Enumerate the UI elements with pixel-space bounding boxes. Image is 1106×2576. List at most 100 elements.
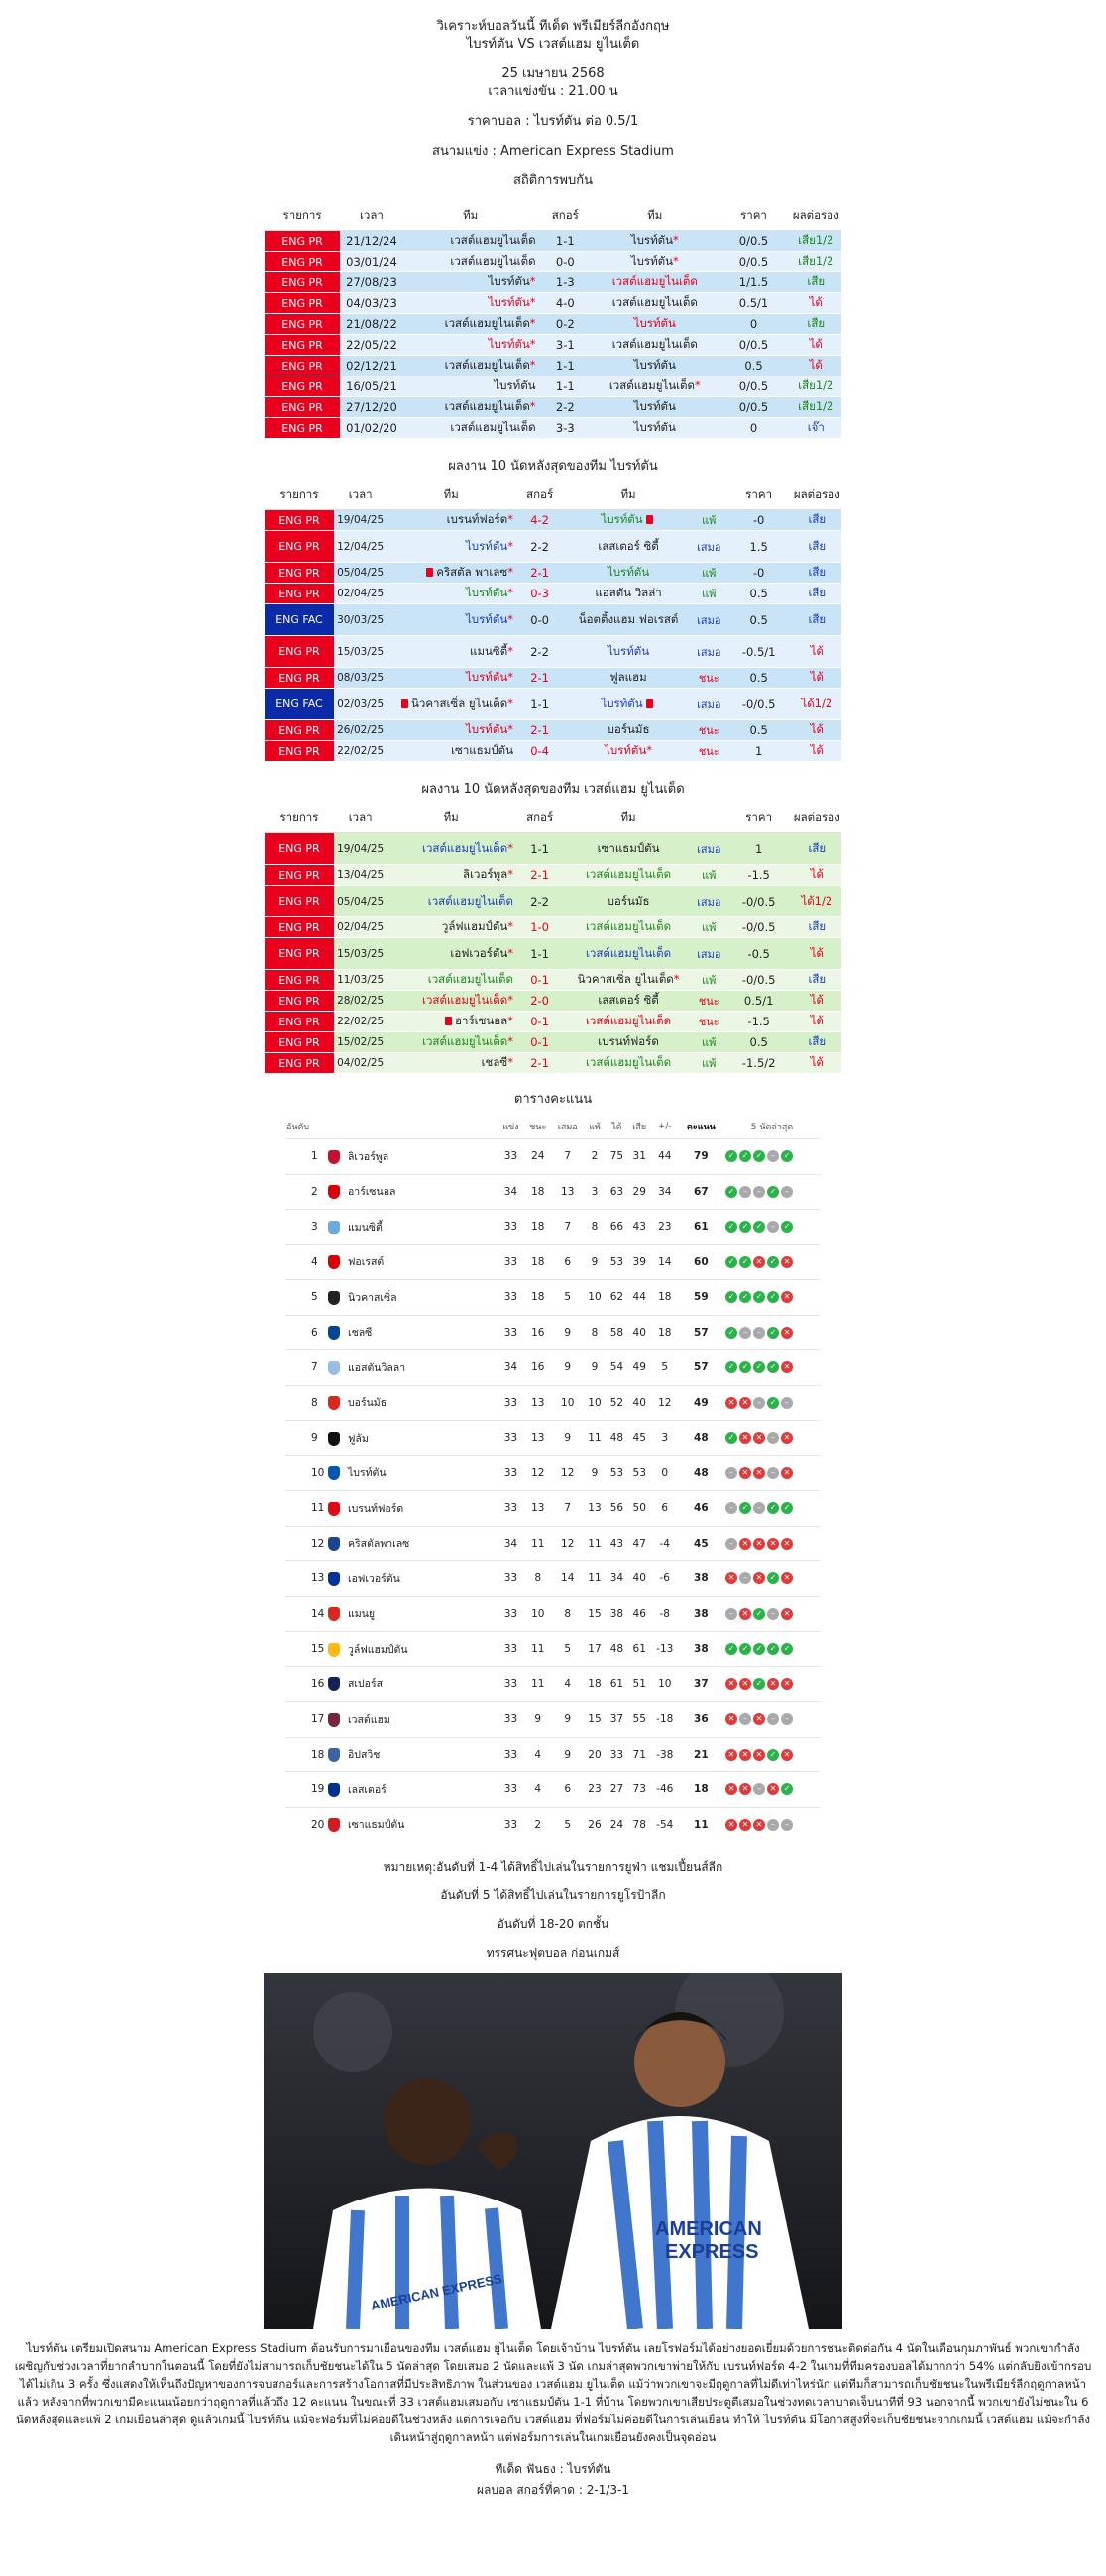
away-team[interactable]: เวสต์แฮมยูไนเต็ด	[586, 1014, 671, 1027]
away-team[interactable]: ไบรท์ตัน	[634, 420, 676, 434]
standings-row[interactable]: 20 เซาแธมป์ตัน 33 2 5 26 24 78 -54 11 ✕ ✕ ✕ – –	[285, 1806, 821, 1842]
home-team[interactable]: เวสต์แฮมยูไนเต็ด	[422, 993, 507, 1007]
team-name[interactable]: แอสตันวิลลา	[348, 1362, 405, 1374]
standings-row[interactable]: 5 นิวคาสเซิ่ล 33 18 5 10 62 44 18 59 ✓ ✓ ✓ ✓ ✕	[285, 1279, 821, 1315]
away-team[interactable]: ไบรท์ตัน	[634, 399, 676, 413]
league-badge[interactable]: ENG PR	[265, 530, 334, 563]
away-team[interactable]: เวสต์แฮมยูไนเต็ด	[586, 1055, 671, 1069]
away-team[interactable]: เวสต์แฮมยูไนเต็ด	[612, 295, 698, 309]
away-team[interactable]: เวสต์แฮมยูไนเต็ด	[586, 946, 671, 960]
standings-row[interactable]: 19 เลสเตอร์ 33 4 6 23 27 73 -46 18 ✕ ✕ – ✕ ✓	[285, 1771, 821, 1807]
home-team[interactable]: เชลซี	[482, 1055, 508, 1069]
standings-row[interactable]: 8 บอร์นมัธ 33 13 10 10 52 40 12 49 ✕ ✕ – ✓ –	[285, 1384, 821, 1421]
home-team[interactable]: เวสต์แฮมยูไนเต็ด	[450, 420, 535, 434]
league-badge[interactable]: ENG PR	[265, 562, 334, 584]
away-team[interactable]: ไบรท์ตัน	[634, 358, 676, 372]
away-team[interactable]: เลสเตอร์ ซิตี้	[598, 539, 658, 553]
team-name[interactable]: แมนซิตี้	[348, 1222, 383, 1234]
standings-row[interactable]: 12 คริสตัลพาเลซ 34 11 12 11 43 47 -4 45– ✕ ✕ ✕ ✕	[285, 1525, 821, 1561]
team-name[interactable]: วูล์ฟแฮมป์ตัน	[348, 1644, 408, 1656]
team-name[interactable]: ฟอเรสต์	[348, 1256, 384, 1268]
home-team[interactable]: แมนซิตี้	[470, 644, 507, 658]
league-badge[interactable]: ENG PR	[265, 417, 341, 439]
home-team[interactable]: เวสต์แฮมยูไนเต็ด	[422, 841, 507, 855]
home-team[interactable]: ไบรท์ตัน	[489, 295, 530, 309]
league-badge[interactable]: ENG PR	[265, 271, 341, 293]
league-badge[interactable]: ENG PR	[265, 396, 341, 418]
league-badge[interactable]: ENG PR	[265, 509, 334, 531]
away-team[interactable]: บอร์นมัธ	[608, 894, 650, 908]
standings-row[interactable]: 16 สเปอร์ส 33 11 4 18 61 51 10 37 ✕ ✕ ✓ ✕ ✕	[285, 1665, 821, 1702]
team-name[interactable]: ฟูลัม	[348, 1433, 369, 1445]
league-badge[interactable]: ENG PR	[265, 885, 334, 917]
away-team[interactable]: ไบรท์ตัน	[631, 254, 673, 268]
team-name[interactable]: เอฟเวอร์ตัน	[348, 1573, 400, 1585]
away-team[interactable]: เวสต์แฮมยูไนเต็ด	[586, 867, 671, 881]
standings-row[interactable]: 1 ลิเวอร์พูล 33 24 7 2 75 31 44 79 ✓ ✓ ✓ – ✓	[285, 1138, 821, 1174]
home-team[interactable]: เอฟเวอร์ตัน	[450, 946, 507, 960]
league-badge[interactable]: ENG PR	[265, 251, 341, 272]
league-badge[interactable]: ENG PR	[265, 937, 334, 970]
team-name[interactable]: แมนยู	[348, 1608, 375, 1620]
away-team[interactable]: น็อตติ้งแฮม ฟอเรสต์	[579, 612, 679, 626]
team-name[interactable]: สเปอร์ส	[348, 1678, 383, 1690]
home-team[interactable]: ไบรท์ตัน	[466, 586, 507, 599]
away-team[interactable]: บอร์นมัธ	[608, 722, 650, 736]
league-badge[interactable]: ENG FAC	[265, 688, 334, 720]
league-badge[interactable]: ENG PR	[265, 864, 334, 886]
league-badge[interactable]: ENG PR	[265, 355, 341, 376]
league-badge[interactable]: ENG PR	[265, 740, 334, 762]
away-team[interactable]: ไบรท์ตัน	[631, 233, 673, 247]
standings-row[interactable]: 14 แมนยู 33 10 8 15 38 46 -8 38– ✕ ✓ – ✕	[285, 1595, 821, 1632]
away-team[interactable]: เลสเตอร์ ซิตี้	[598, 993, 658, 1007]
away-team[interactable]: ไบรท์ตัน	[608, 644, 649, 658]
league-badge[interactable]: ENG PR	[265, 1031, 334, 1053]
standings-row[interactable]: 13 เอฟเวอร์ตัน 33 8 14 11 34 40 -6 38 ✕ – ✕ ✓ ✕	[285, 1560, 821, 1596]
league-badge[interactable]: ENG PR	[265, 230, 341, 252]
home-team[interactable]: ไบรท์ตัน	[489, 337, 530, 351]
standings-row[interactable]: 9 ฟูลัม 33 13 9 11 48 45 3 48 ✓ ✕ ✕ – ✕	[285, 1420, 821, 1455]
league-badge[interactable]: ENG PR	[265, 969, 334, 991]
standings-row[interactable]: 3 แมนซิตี้ 33 18 7 8 66 43 23 61 ✓ ✓ ✓ – ✓	[285, 1209, 821, 1244]
away-team[interactable]: ไบรท์ตัน	[601, 512, 642, 526]
league-badge[interactable]: ENG PR	[265, 667, 334, 689]
away-team[interactable]: ไบรท์ตัน	[608, 565, 649, 579]
team-name[interactable]: อิปสวิช	[348, 1749, 380, 1761]
league-badge[interactable]: ENG PR	[265, 719, 334, 741]
home-team[interactable]: ไบรท์ตัน	[466, 670, 507, 684]
league-badge[interactable]: ENG FAC	[265, 603, 334, 636]
standings-row[interactable]: 15 วูล์ฟแฮมป์ตัน 33 11 5 17 48 61 -13 38 ✓ ✓ ✓ ✓ ✓	[285, 1631, 821, 1666]
away-team[interactable]: เวสต์แฮมยูไนเต็ด	[612, 274, 698, 288]
league-badge[interactable]: ENG PR	[265, 1011, 334, 1032]
home-team[interactable]: เวสต์แฮมยูไนเต็ด	[450, 233, 535, 247]
team-name[interactable]: เชลซี	[348, 1327, 372, 1339]
standings-row[interactable]: 18 อิปสวิช 33 4 9 20 33 71 -38 21 ✕ ✕ ✕ ✓ ✕	[285, 1736, 821, 1772]
home-team[interactable]: ไบรท์ตัน	[466, 612, 507, 626]
standings-row[interactable]: 7 แอสตันวิลลา 34 16 9 9 54 49 5 57 ✓ ✓ ✓ ✓ ✕	[285, 1349, 821, 1385]
team-name[interactable]: นิวคาสเซิ่ล	[348, 1292, 397, 1304]
league-badge[interactable]: ENG PR	[265, 292, 341, 314]
away-team[interactable]: เวสต์แฮมยูไนเต็ด	[612, 337, 698, 351]
league-badge[interactable]: ENG PR	[265, 334, 341, 356]
home-team[interactable]: ไบรท์ตัน	[494, 378, 535, 392]
team-name[interactable]: ลิเวอร์พูล	[348, 1151, 388, 1163]
home-team[interactable]: เวสต์แฮมยูไนเต็ด	[450, 254, 535, 268]
home-team[interactable]: เวสต์แฮมยูไนเต็ด	[428, 972, 513, 986]
team-name[interactable]: คริสตัลพาเลซ	[348, 1538, 409, 1550]
home-team[interactable]: เวสต์แฮมยูไนเต็ด	[422, 1034, 507, 1048]
away-team[interactable]: ไบรท์ตัน	[634, 316, 676, 330]
team-name[interactable]: ไบรท์ตัน	[348, 1467, 387, 1479]
home-team[interactable]: เวสต์แฮมยูไนเต็ด	[445, 399, 530, 413]
team-name[interactable]: บอร์นมัธ	[348, 1397, 387, 1409]
home-team[interactable]: ลิเวอร์พูล	[463, 867, 507, 881]
home-team[interactable]: วูล์ฟแฮมป์ตัน	[442, 919, 507, 933]
league-badge[interactable]: ENG PR	[265, 635, 334, 668]
away-team[interactable]: เวสต์แฮมยูไนเต็ด	[586, 919, 671, 933]
team-name[interactable]: เซาแธมป์ตัน	[348, 1819, 404, 1831]
away-team[interactable]: เวสต์แฮมยูไนเต็ด	[609, 378, 695, 392]
home-team[interactable]: ไบรท์ตัน	[466, 539, 507, 553]
standings-row[interactable]: 17 เวสต์แฮม 33 9 9 15 37 55 -18 36 ✕ – ✕ – –	[285, 1701, 821, 1737]
league-badge[interactable]: ENG PR	[265, 376, 341, 397]
home-team[interactable]: ไบรท์ตัน	[489, 274, 530, 288]
home-team[interactable]: ไบรท์ตัน	[466, 722, 507, 736]
